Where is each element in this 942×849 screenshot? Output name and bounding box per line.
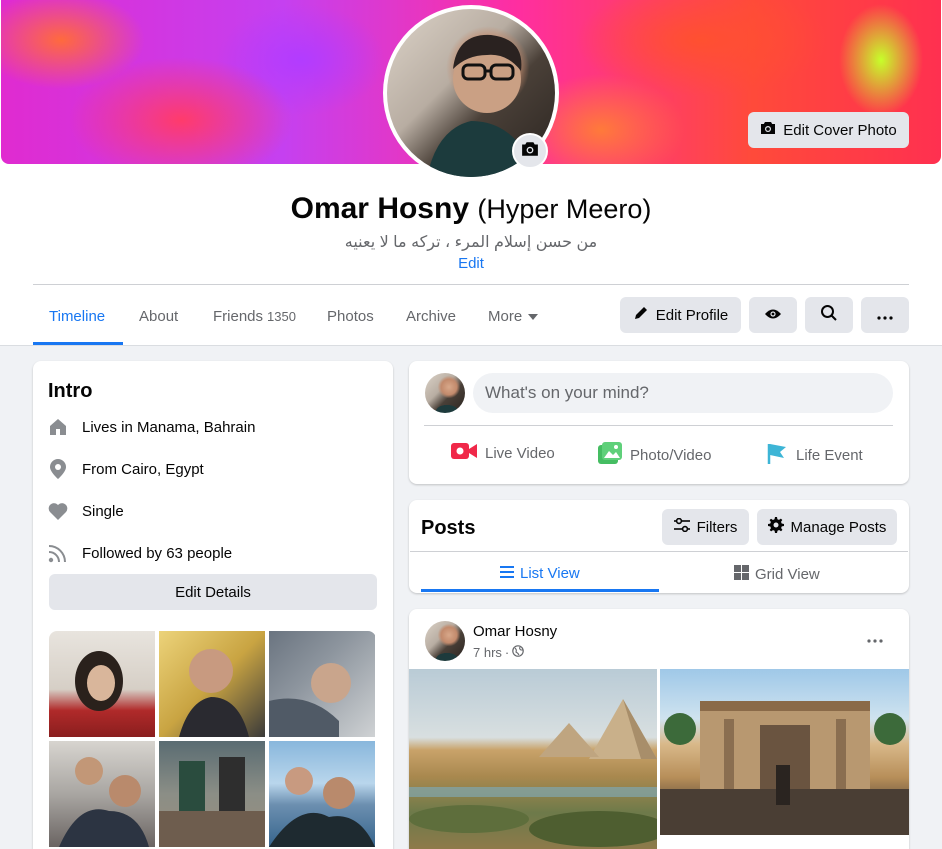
view-as-button[interactable] [749, 297, 797, 333]
photo-video-icon [598, 442, 622, 468]
heart-icon [48, 501, 68, 521]
home-icon [48, 417, 68, 437]
followed-prefix: Followed by [82, 544, 163, 562]
tab-label: Photos [327, 308, 374, 325]
post-timestamp[interactable]: 7 hrs [473, 645, 502, 660]
post-image[interactable] [660, 669, 909, 835]
composer-avatar[interactable] [425, 373, 465, 413]
photo-thumb[interactable] [159, 631, 265, 737]
lives-place[interactable]: Manama, Bahrain [137, 419, 255, 436]
edit-details-label: Edit Details [175, 583, 251, 601]
grid-icon [734, 565, 749, 584]
divider [410, 551, 908, 552]
tab-about[interactable]: About [139, 308, 178, 325]
post-author-avatar[interactable] [425, 621, 465, 661]
edit-bio-link[interactable]: Edit [0, 255, 942, 272]
globe-icon [512, 645, 525, 660]
tab-label: Friends [213, 308, 264, 325]
photo-thumb[interactable] [159, 741, 265, 847]
profile-name: Omar Hosny (Hyper Meero) [0, 192, 942, 226]
life-event-button[interactable]: Life Event [766, 442, 863, 468]
relationship-status: Single [82, 502, 124, 520]
from-place[interactable]: Cairo, Egypt [121, 461, 204, 478]
list-icon [500, 565, 514, 582]
grid-view-label: Grid View [755, 566, 820, 583]
manage-posts-label: Manage Posts [790, 518, 887, 536]
search-icon [820, 304, 838, 326]
tab-timeline[interactable]: Timeline [49, 308, 105, 325]
profile-bio: من حسن إسلام المرء ، تركه ما لا يعنيه [344, 234, 598, 251]
posts-title: Posts [421, 517, 476, 539]
divider [33, 284, 909, 285]
photo-thumb[interactable] [269, 741, 375, 847]
intro-title: Intro [48, 380, 93, 402]
intro-followers: Followed by 63 people [48, 543, 232, 563]
caret-down-icon [528, 314, 539, 321]
tab-label: About [139, 308, 179, 325]
divider [424, 425, 893, 426]
edit-details-button[interactable]: Edit Details [49, 574, 377, 610]
eye-icon [764, 307, 782, 324]
live-video-icon [451, 442, 477, 464]
tab-friends[interactable]: Friends 1350 [213, 308, 296, 325]
camera-icon [521, 141, 539, 162]
tab-label: Archive [406, 308, 457, 325]
post-image[interactable] [409, 669, 657, 849]
active-view-indicator [421, 589, 659, 592]
intro-from: From Cairo, Egypt [48, 459, 204, 479]
edit-cover-photo-label: Edit Cover Photo [783, 121, 897, 139]
meta-separator: · [504, 645, 510, 660]
intro-relationship: Single [48, 501, 124, 521]
live-video-label: Live Video [485, 444, 555, 462]
grid-view-tab[interactable]: Grid View [734, 565, 820, 584]
filters-button[interactable]: Filters [662, 509, 749, 545]
featured-photos-grid [49, 631, 376, 849]
photo-thumb[interactable] [49, 741, 155, 847]
edit-profile-button[interactable]: Edit Profile [620, 297, 741, 333]
manage-posts-button[interactable]: Manage Posts [757, 509, 897, 545]
composer-placeholder: What's on your mind? [485, 383, 649, 402]
profile-alt-name: (Hyper Meero) [477, 194, 652, 224]
list-view-tab[interactable]: List View [500, 565, 580, 582]
list-view-label: List View [520, 565, 580, 582]
sliders-icon [673, 517, 690, 536]
filters-label: Filters [696, 518, 738, 536]
more-dots-icon [867, 630, 883, 648]
from-prefix: From [82, 460, 117, 478]
photo-thumb[interactable] [49, 631, 155, 737]
edit-cover-photo-button[interactable]: Edit Cover Photo [748, 112, 909, 148]
edit-profile-label: Edit Profile [655, 306, 729, 324]
flag-icon [766, 442, 788, 468]
lives-prefix: Lives in [82, 418, 133, 436]
search-profile-button[interactable] [805, 297, 853, 333]
camera-icon [760, 121, 776, 139]
friends-count: 1350 [267, 309, 296, 324]
tab-more[interactable]: More [488, 308, 539, 325]
intro-lives-in: Lives in Manama, Bahrain [48, 417, 255, 437]
rss-feed-icon [48, 543, 68, 563]
post-meta: 7 hrs · [473, 645, 525, 660]
gear-icon [767, 517, 784, 537]
photo-thumb[interactable] [269, 631, 375, 737]
active-tab-indicator [33, 342, 123, 345]
tab-label: More [488, 308, 523, 325]
whats-on-your-mind-input[interactable]: What's on your mind? [473, 373, 893, 413]
photo-video-button[interactable]: Photo/Video [598, 442, 711, 468]
post-author-name[interactable]: Omar Hosny [473, 623, 557, 640]
location-pin-icon [48, 459, 68, 479]
followers-count-link[interactable]: 63 people [166, 545, 232, 562]
photo-video-label: Photo/Video [630, 446, 712, 464]
life-event-label: Life Event [796, 446, 863, 464]
update-profile-picture-button[interactable] [512, 133, 548, 169]
tab-archive[interactable]: Archive [406, 308, 456, 325]
more-dots-icon [877, 307, 893, 324]
tab-label: Timeline [49, 308, 106, 325]
post-options-button[interactable] [860, 628, 890, 650]
profile-name-text: Omar Hosny [290, 192, 469, 225]
tab-photos[interactable]: Photos [327, 308, 374, 325]
pencil-icon [633, 305, 649, 325]
more-options-button[interactable] [861, 297, 909, 333]
live-video-button[interactable]: Live Video [451, 442, 555, 464]
